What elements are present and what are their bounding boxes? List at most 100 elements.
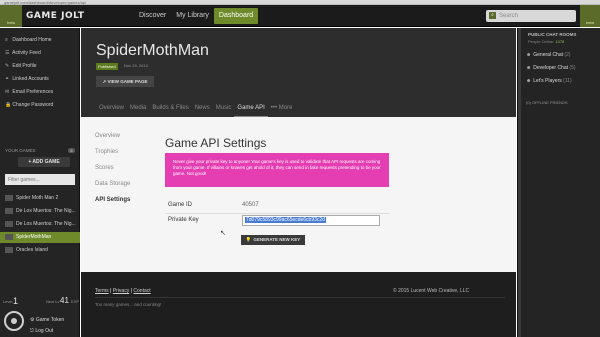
site-logo[interactable]: GAME JOLT (26, 11, 84, 21)
your-games-heading: YOUR GAMES (5, 148, 36, 153)
chat-room-item[interactable]: ☻ Let's Players (11) (526, 78, 572, 84)
game-token-link[interactable]: ⚙ Game Token (30, 317, 64, 323)
copyright: © 2015 Lucent Web Creative, LLC (393, 288, 470, 294)
footer-tagline: Too many games... and counting! (95, 302, 162, 307)
generate-new-key-button[interactable]: 💡 GENERATE NEW KEY (241, 235, 305, 245)
terms-link[interactable]: Terms (95, 288, 109, 294)
user-menu-button[interactable]: beta (580, 5, 600, 27)
sidebar-item-label: Edit Profile (12, 63, 37, 69)
offline-friends-heading[interactable]: (0) OFFLINE FRIENDS (526, 100, 568, 105)
tab-more[interactable]: ••• More (268, 99, 296, 117)
nav-dashboard[interactable]: Dashboard (213, 8, 259, 24)
sidebar-game-item[interactable]: De Los Muertos: The Nig... (0, 219, 80, 230)
sidebar-item-dashboard-home[interactable]: ≡ Dashboard Home (0, 35, 80, 46)
sidebar-item-email-preferences[interactable]: ✉ Email Preferences (0, 87, 80, 98)
sidebar-item-label: Dashboard Home (12, 37, 52, 43)
pencil-icon: ✎ (5, 63, 10, 69)
chat-rooms-heading: PUBLIC CHAT ROOMS (528, 32, 577, 37)
tab-builds-files[interactable]: Builds & Files (149, 99, 191, 117)
private-key-value: 7d079c5893c99ac65ecde6cb93c2d (245, 217, 326, 223)
footer-links: Terms | Privacy | Contact (95, 288, 151, 294)
view-game-page-button[interactable]: ➚ VIEW GAME PAGE (96, 76, 154, 87)
game-id-value: 40507 (242, 202, 259, 208)
filter-games-input[interactable] (5, 174, 75, 185)
tab-music[interactable]: Music (213, 99, 235, 117)
tab-news[interactable]: News (192, 99, 213, 117)
xp-value: 41 (60, 296, 69, 305)
game-id-label: Game ID (168, 202, 193, 208)
subnav-api-settings[interactable]: API Settings (95, 197, 130, 203)
private-key-field[interactable]: 7d079c5893c99ac65ecde6cb93c2d (242, 215, 380, 226)
section-title: Game API Settings (165, 136, 267, 150)
level-progress: Level 1 Next Lv 41 EXP (0, 296, 80, 309)
footer-separator: | (130, 288, 133, 294)
top-bar: beta GAME JOLT Discover My Library Dashb… (0, 5, 600, 27)
privacy-link[interactable]: Privacy (113, 288, 129, 294)
sidebar-item-label: Change Password (12, 102, 54, 108)
sidebar-game-item[interactable]: Spider Moth Man 2 (0, 193, 80, 204)
chat-icon: ☻ (526, 78, 532, 84)
people-online: People Online: 1078 (528, 39, 565, 44)
sidebar-game-item-active[interactable]: SpiderMothMan (0, 232, 80, 243)
game-name: Oracles Island (16, 247, 48, 253)
level-label: Level (3, 299, 13, 304)
mouse-cursor-icon: ↖ (220, 230, 226, 237)
search-input[interactable]: ⌕ Search (486, 10, 576, 22)
subnav-data-storage[interactable]: Data Storage (95, 181, 130, 187)
lock-icon: 🔒 (5, 102, 12, 108)
next-level-label: Next Lv (46, 299, 60, 304)
scrollbar[interactable] (518, 28, 521, 337)
menu-toggle-button[interactable]: beta (0, 5, 22, 27)
eye-icon (4, 311, 24, 331)
status-badge: Published (96, 63, 118, 70)
sidebar-game-item[interactable]: Oracles Island (0, 245, 80, 256)
log-out-link[interactable]: ⎋ Log Out (30, 328, 53, 334)
more-dots-icon: ••• (270, 105, 278, 111)
nav-my-library[interactable]: My Library (171, 5, 214, 27)
chat-room-item[interactable]: ☻ General Chat (2) (526, 52, 571, 58)
game-tabs: Overview Media Builds & Files News Music… (96, 99, 295, 117)
dashboard-icon: ≡ (5, 37, 8, 43)
subnav-trophies[interactable]: Trophies (95, 149, 118, 155)
sidebar-item-label: Activity Feed (12, 50, 41, 56)
xp-unit: EXP (71, 299, 80, 304)
games-count-badge: 6 (68, 148, 75, 153)
subnav-scores[interactable]: Scores (95, 165, 114, 171)
private-key-label: Private Key (168, 217, 199, 223)
game-name: Spider Moth Man 2 (16, 195, 59, 201)
footer-separator: | (110, 288, 112, 294)
main-nav: Discover My Library Dashboard (134, 5, 259, 27)
private-key-row: Private Key 7d079c5893c99ac65ecde6cb93c2… (165, 214, 389, 229)
tab-media[interactable]: Media (127, 99, 149, 117)
tab-game-api[interactable]: Game API (234, 99, 268, 117)
chat-room-item[interactable]: ☻ Developer Chat (5) (526, 65, 576, 71)
footer: Terms | Privacy | Contact © 2015 Lucent … (81, 272, 516, 337)
sidebar-item-linked-accounts[interactable]: ⚭ Linked Accounts (0, 74, 80, 85)
sidebar-game-item[interactable]: De Los Muertos: The Nig... (0, 206, 80, 217)
sidebar-item-activity-feed[interactable]: ☰ Activity Feed (0, 48, 80, 59)
game-name: SpiderMothMan (16, 234, 52, 240)
chat-panel: PUBLIC CHAT ROOMS People Online: 1078 ☻ G… (517, 28, 600, 337)
link-icon: ⚭ (5, 76, 10, 82)
page-title: SpiderMothMan (96, 42, 209, 59)
game-thumbnail (5, 194, 13, 201)
left-sidebar: ≡ Dashboard Home ☰ Activity Feed ✎ Edit … (0, 28, 80, 337)
sidebar-item-change-password[interactable]: 🔒 Change Password (0, 100, 80, 111)
game-name: De Los Muertos: The Nig... (16, 208, 76, 214)
add-game-button[interactable]: + ADD GAME (18, 157, 70, 167)
people-online-count: 1078 (555, 39, 565, 44)
tab-overview[interactable]: Overview (96, 99, 127, 117)
game-name: De Los Muertos: The Nig... (16, 221, 76, 227)
contact-link[interactable]: Contact (133, 288, 150, 294)
game-header: SpiderMothMan Published Nov 29, 2014 ➚ V… (81, 28, 516, 117)
envelope-icon: ✉ (5, 89, 10, 95)
chat-icon: ☻ (526, 65, 532, 71)
chat-icon: ☻ (526, 52, 532, 58)
sidebar-item-edit-profile[interactable]: ✎ Edit Profile (0, 61, 80, 72)
publish-date: Nov 29, 2014 (124, 63, 148, 68)
game-thumbnail (5, 207, 13, 214)
level-value: 1 (13, 296, 19, 306)
nav-discover[interactable]: Discover (134, 5, 171, 27)
subnav-overview[interactable]: Overview (95, 133, 120, 139)
game-id-row: Game ID 40507 (165, 199, 389, 214)
